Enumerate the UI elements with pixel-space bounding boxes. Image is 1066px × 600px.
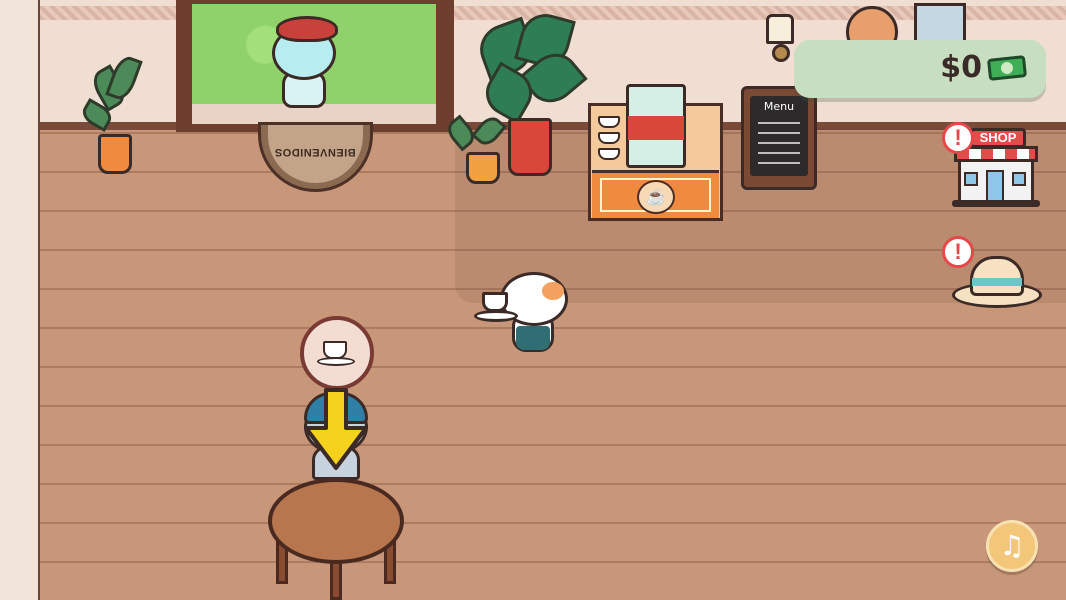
beret-icon xyxy=(276,16,338,42)
shop-base xyxy=(952,200,1040,207)
left-wall xyxy=(0,0,40,600)
plant-pot xyxy=(98,134,132,174)
music-button[interactable]: ♫ xyxy=(986,520,1038,572)
money-amount: $0 xyxy=(940,50,982,85)
menu-line xyxy=(758,162,800,164)
shop-alert-icon: ! xyxy=(942,122,974,154)
cup-icon xyxy=(598,132,620,144)
menu-line xyxy=(758,152,800,154)
cash-icon xyxy=(986,55,1028,81)
wall-lamp-icon xyxy=(766,14,794,44)
plant-pot xyxy=(508,118,552,176)
table-top xyxy=(268,478,404,564)
hat-icon xyxy=(970,256,1024,296)
menu-line xyxy=(758,122,800,124)
hat-band xyxy=(972,278,1022,286)
shop-label: SHOP xyxy=(970,128,1026,148)
coffee-cup-icon xyxy=(317,339,357,367)
menu-line xyxy=(758,132,800,134)
counter-coffee-icon: ☕ xyxy=(637,180,675,214)
plant-pot xyxy=(466,152,500,184)
menu-board-title: Menu xyxy=(763,100,795,113)
welcome-mat-text: BIENVENIDOS xyxy=(274,146,356,158)
order-bubble xyxy=(300,316,374,390)
shop-window xyxy=(1012,172,1026,186)
music-note-icon: ♫ xyxy=(999,529,1025,562)
coffee-cup-icon xyxy=(482,292,508,312)
game-scene: BIENVENIDOS ☕ Menu $0 SHOP ! ! ♫ xyxy=(0,0,1066,600)
waiter-cat-spot xyxy=(542,282,564,300)
shop-window xyxy=(964,172,978,186)
hat-alert-icon: ! xyxy=(942,236,974,268)
wall-lamp-base xyxy=(772,44,790,62)
menu-line xyxy=(758,142,800,144)
cup-icon xyxy=(598,116,620,128)
waiter-apron xyxy=(516,326,550,350)
flower-frame xyxy=(914,3,966,43)
tutorial-arrow-down-icon xyxy=(304,388,368,470)
coffee-machine-panel xyxy=(628,116,684,140)
shop-door xyxy=(986,170,1004,202)
cup-icon xyxy=(598,148,620,160)
